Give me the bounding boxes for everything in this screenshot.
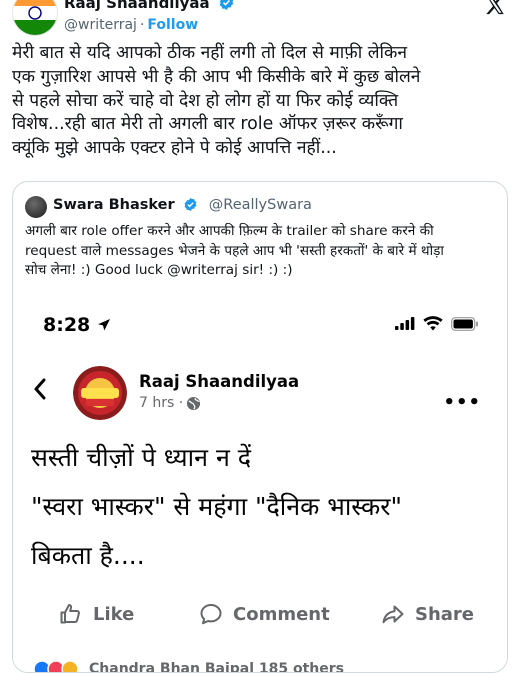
- x-logo-icon[interactable]: [484, 0, 506, 22]
- location-arrow-icon: [97, 319, 110, 331]
- quoted-author-name[interactable]: Swara Bhasker: [53, 197, 175, 213]
- thumbs-up-icon: [60, 604, 80, 624]
- author-name-text: Raaj Shaandilyaa: [64, 0, 210, 12]
- page-name[interactable]: Raaj Shaandilyaa: [139, 372, 299, 391]
- battery-icon: [451, 316, 478, 331]
- post-line-3: बिकता है....: [31, 541, 145, 570]
- quoted-author-avatar[interactable]: [25, 196, 47, 218]
- post-meta: 7 hrs ·: [139, 395, 201, 411]
- quoted-author-handle[interactable]: @ReallySwara: [209, 197, 312, 213]
- ashoka-chakra-icon: [28, 6, 42, 20]
- reactions-row[interactable]: Chandra Bhan Bajpal 185 others: [33, 660, 344, 673]
- globe-icon: [187, 396, 201, 410]
- comment-bubble-icon: [200, 604, 222, 625]
- tweet-text: मेरी बात से यदि आपको ठीक नहीं लगी तो दिल…: [12, 43, 421, 159]
- tweet-header: Raaj Shaandilyaa @writerraj · Follow: [0, 0, 521, 40]
- share-button[interactable]: Share: [381, 602, 474, 626]
- reaction-icons: [33, 660, 79, 672]
- comment-button[interactable]: Comment: [199, 602, 330, 626]
- author-handle-row: @writerraj · Follow: [64, 17, 198, 33]
- wifi-icon: [423, 316, 443, 331]
- follow-button[interactable]: Follow: [147, 17, 198, 33]
- status-icons: [395, 316, 479, 331]
- comment-label: Comment: [233, 603, 330, 625]
- status-time: 8:28: [43, 314, 111, 336]
- separator-dot: ·: [139, 17, 145, 33]
- post-time[interactable]: 7 hrs ·: [139, 395, 183, 411]
- quoted-tweet-text: अगली बार role offer करने और आपकी फ़िल्म …: [25, 223, 444, 279]
- share-label: Share: [415, 603, 475, 625]
- verified-badge-icon: [219, 0, 234, 10]
- reactions-text: Chandra Bhan Bajpal 185 others: [89, 661, 344, 673]
- post-line-1: सस्ती चीज़ों पे ध्यान न दें: [31, 443, 252, 472]
- author-handle[interactable]: @writerraj: [64, 17, 137, 33]
- post-line-2: "स्वरा भास्कर" से महंगा "दैनिक भास्कर": [31, 492, 402, 521]
- like-button[interactable]: Like: [59, 602, 134, 626]
- page-logo[interactable]: [73, 366, 127, 420]
- signal-icon: [395, 317, 415, 330]
- embedded-screenshot: 8:28 Raaj Shaandilyaa 7 hrs · ••• सस्ती …: [13, 302, 507, 672]
- quoted-tweet-card[interactable]: Swara Bhasker @ReallySwara अगली बार role…: [12, 181, 508, 673]
- verified-badge-icon: [184, 197, 197, 212]
- author-name[interactable]: Raaj Shaandilyaa: [64, 0, 235, 12]
- author-avatar[interactable]: [12, 0, 58, 36]
- status-time-text: 8:28: [43, 314, 91, 336]
- chevron-left-icon[interactable]: [33, 378, 47, 400]
- share-arrow-icon: [382, 605, 404, 624]
- quoted-author-row: Swara Bhasker @ReallySwara: [53, 197, 312, 213]
- more-horizontal-icon[interactable]: •••: [443, 392, 481, 413]
- like-label: Like: [93, 603, 135, 625]
